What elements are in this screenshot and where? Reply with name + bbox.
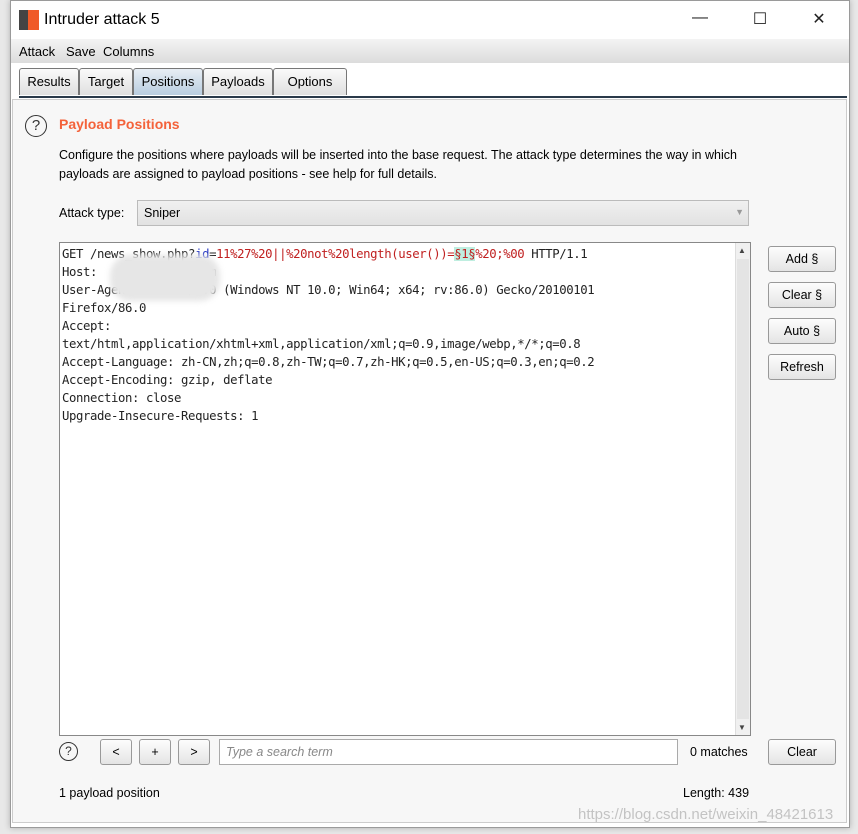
attack-type-select[interactable]: Sniper ▼: [137, 200, 749, 226]
add-marker-button[interactable]: Add §: [768, 246, 836, 272]
search-input[interactable]: [224, 740, 668, 764]
tab-results[interactable]: Results: [19, 68, 79, 95]
attack-type-label: Attack type:: [59, 206, 125, 220]
search-next-button[interactable]: >: [178, 739, 210, 765]
tab-payloads[interactable]: Payloads: [203, 68, 273, 95]
param-value: 11%27%20||%20not%20length(user())=: [216, 247, 455, 261]
scroll-down-icon[interactable]: ▼: [738, 723, 746, 732]
search-prev-button[interactable]: <: [100, 739, 132, 765]
maximize-button[interactable]: ☐: [745, 9, 775, 29]
tab-positions[interactable]: Positions: [133, 68, 203, 95]
request-editor[interactable]: GET /news_show.php?id=11%27%20||%20not%2…: [59, 242, 751, 736]
title-bar: Intruder attack 5 — ☐ ✕: [11, 1, 849, 39]
search-clear-button[interactable]: Clear: [768, 739, 836, 765]
search-field[interactable]: [219, 739, 678, 765]
menu-bar: Attack Save Columns: [11, 39, 849, 63]
attack-type-value: Sniper: [144, 206, 181, 220]
payload-marker: §1§: [454, 247, 476, 261]
intruder-window: Intruder attack 5 — ☐ ✕ Attack Save Colu…: [10, 0, 850, 828]
http-version: HTTP/1.1: [524, 247, 588, 261]
auto-markers-button[interactable]: Auto §: [768, 318, 836, 344]
tab-options[interactable]: Options: [273, 68, 347, 95]
positions-panel: ? Payload Positions Configure the positi…: [12, 99, 847, 823]
search-add-button[interactable]: +: [139, 739, 171, 765]
scroll-up-icon[interactable]: ▲: [738, 246, 746, 255]
section-title: Payload Positions: [59, 116, 180, 132]
vertical-scrollbar[interactable]: ▲ ▼: [735, 243, 750, 735]
tab-divider: [19, 96, 847, 98]
tab-target[interactable]: Target: [79, 68, 133, 95]
param-value-suffix: %20;%00: [475, 247, 525, 261]
window-title: Intruder attack 5: [44, 11, 160, 28]
menu-save[interactable]: Save: [66, 44, 96, 59]
section-description: Configure the positions where payloads w…: [59, 148, 737, 181]
scroll-thumb[interactable]: [737, 259, 749, 719]
minimize-button[interactable]: —: [685, 9, 715, 27]
help-icon[interactable]: ?: [25, 115, 47, 137]
redacted-blur: [110, 255, 220, 301]
burp-logo-icon: [19, 10, 39, 30]
payload-position-count: 1 payload position: [59, 786, 160, 800]
refresh-button[interactable]: Refresh: [768, 354, 836, 380]
search-help-icon[interactable]: ?: [59, 742, 78, 761]
menu-attack[interactable]: Attack: [19, 44, 55, 59]
search-matches: 0 matches: [690, 745, 748, 759]
chevron-down-icon: ▼: [735, 207, 744, 217]
request-length: Length: 439: [683, 786, 750, 800]
clear-markers-button[interactable]: Clear §: [768, 282, 836, 308]
watermark: https://blog.csdn.net/weixin_48421613: [578, 806, 834, 823]
menu-columns[interactable]: Columns: [103, 44, 154, 59]
close-button[interactable]: ✕: [804, 9, 834, 29]
